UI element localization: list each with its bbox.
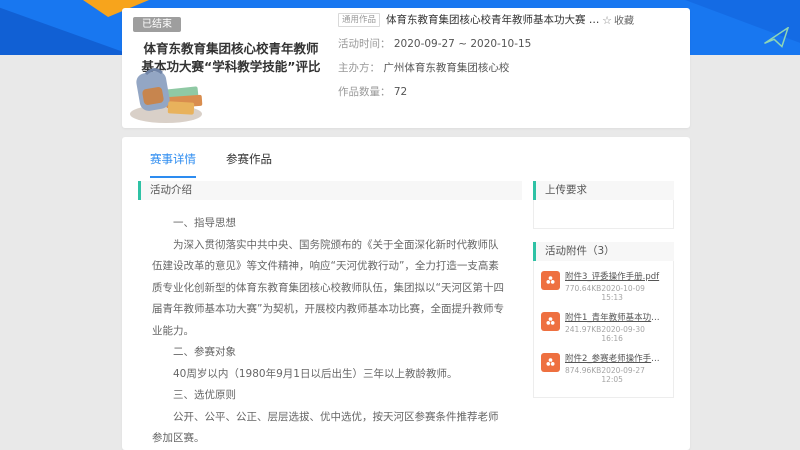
- right-sidebar: 上传要求 活动附件（3） 附件3_评委操作手册.pdf 770.64KB: [533, 181, 674, 450]
- activity-meta: 通用作品 体育东教育集团核心校青年教师基本功大赛 “学科教学技能” 评比 ☆收藏…: [338, 12, 680, 99]
- info-label: 主办方：: [338, 62, 380, 74]
- favorite-label: 收藏: [614, 16, 634, 27]
- intro-paragraph: 公开、公平、公正、层层选拔、优中选优，按天河区参赛条件推荐老师参加区赛。: [152, 407, 508, 450]
- star-icon: ☆: [602, 14, 612, 27]
- info-label: 活动时间：: [338, 38, 391, 50]
- intro-paragraph: 一、指导思想: [152, 213, 508, 235]
- intro-panel-title: 活动介绍: [138, 181, 522, 200]
- pdf-icon: [541, 312, 560, 331]
- upload-requirements-title: 上传要求: [533, 181, 674, 200]
- intro-paragraph: 为深入贯彻落实中共中央、国务院颁布的《关于全面深化新时代教师队伍建设改革的意见》…: [152, 235, 508, 343]
- activity-meta-head: 通用作品 体育东教育集团核心校青年教师基本功大赛 “学科教学技能” 评比 ☆收藏: [338, 12, 680, 27]
- intro-body: 一、指导思想 为深入贯彻落实中共中央、国务院颁布的《关于全面深化新时代教师队伍建…: [138, 200, 522, 450]
- activity-bar-title: 体育东教育集团核心校青年教师基本功大赛 “学科教学技能” 评比: [386, 12, 602, 27]
- activity-header-card: 已结束 体育东教育集团核心校青年教师 基本功大赛“学科教学技能”评比 通用作品 …: [122, 8, 690, 128]
- attachments-title: 活动附件（3）: [533, 242, 674, 261]
- attachment-size: 241.97KB: [565, 325, 601, 343]
- attachment-size: 874.96KB: [565, 366, 601, 384]
- attachments-box: 活动附件（3） 附件3_评委操作手册.pdf 770.64KB 2020-10-…: [533, 242, 674, 398]
- attachment-date: 2020-10-09 15:13: [601, 284, 666, 302]
- pdf-icon: [541, 271, 560, 290]
- intro-panel: 活动介绍 一、指导思想 为深入贯彻落实中共中央、国务院颁布的《关于全面深化新时代…: [138, 181, 522, 450]
- activity-detail-card: 赛事详情 参赛作品 活动介绍 一、指导思想 为深入贯彻落实中共中央、国务院颁布的…: [122, 137, 690, 450]
- detail-content: 活动介绍 一、指导思想 为深入贯彻落实中共中央、国务院颁布的《关于全面深化新时代…: [122, 178, 690, 450]
- attachment-size: 770.64KB: [565, 284, 601, 302]
- type-badge: 通用作品: [338, 13, 380, 27]
- attachments-list: 附件3_评委操作手册.pdf 770.64KB 2020-10-09 15:13: [533, 261, 674, 398]
- info-value: 广州体育东教育集团核心校: [383, 62, 509, 74]
- info-value: 2020-09-27 ~ 2020-10-15: [394, 38, 532, 50]
- attachment-row[interactable]: 附件1_青年教师基本功大赛“学科... 241.97KB 2020-09-30 …: [541, 311, 666, 343]
- intro-paragraph: 40周岁以内（1980年9月1日以后出生）三年以上教龄教师。: [152, 364, 508, 386]
- info-row-works-count: 作品数量： 72: [338, 84, 680, 99]
- info-row-time: 活动时间： 2020-09-27 ~ 2020-10-15: [338, 36, 680, 51]
- status-badge: 已结束: [133, 17, 181, 32]
- tab-event-details[interactable]: 赛事详情: [150, 151, 196, 178]
- attachment-link[interactable]: 附件2_参赛老师操作手册.pdf: [565, 352, 668, 364]
- tab-bar: 赛事详情 参赛作品: [122, 137, 690, 178]
- favorite-button[interactable]: ☆收藏: [602, 12, 634, 27]
- poster-title-line1: 体育东教育集团核心校青年教师: [122, 40, 340, 58]
- intro-paragraph: 二、参赛对象: [152, 342, 508, 364]
- upload-requirements-body: [533, 200, 674, 229]
- attachment-row[interactable]: 附件3_评委操作手册.pdf 770.64KB 2020-10-09 15:13: [541, 270, 666, 302]
- info-label: 作品数量：: [338, 86, 391, 98]
- attachment-date: 2020-09-30 16:16: [601, 325, 668, 343]
- attachment-link[interactable]: 附件3_评委操作手册.pdf: [565, 270, 666, 282]
- attachment-row[interactable]: 附件2_参赛老师操作手册.pdf 874.96KB 2020-09-27 12:…: [541, 352, 666, 384]
- tab-entries[interactable]: 参赛作品: [226, 151, 272, 178]
- activity-poster-illustration: [124, 62, 216, 124]
- attachment-link[interactable]: 附件1_青年教师基本功大赛“学科...: [565, 311, 668, 323]
- upload-requirements-box: 上传要求: [533, 181, 674, 229]
- intro-paragraph: 三、选优原则: [152, 385, 508, 407]
- info-row-organizer: 主办方： 广州体育东教育集团核心校: [338, 60, 680, 75]
- attachment-date: 2020-09-27 12:05: [601, 366, 668, 384]
- paper-plane-icon: [762, 27, 792, 49]
- info-value: 72: [394, 86, 407, 98]
- pdf-icon: [541, 353, 560, 372]
